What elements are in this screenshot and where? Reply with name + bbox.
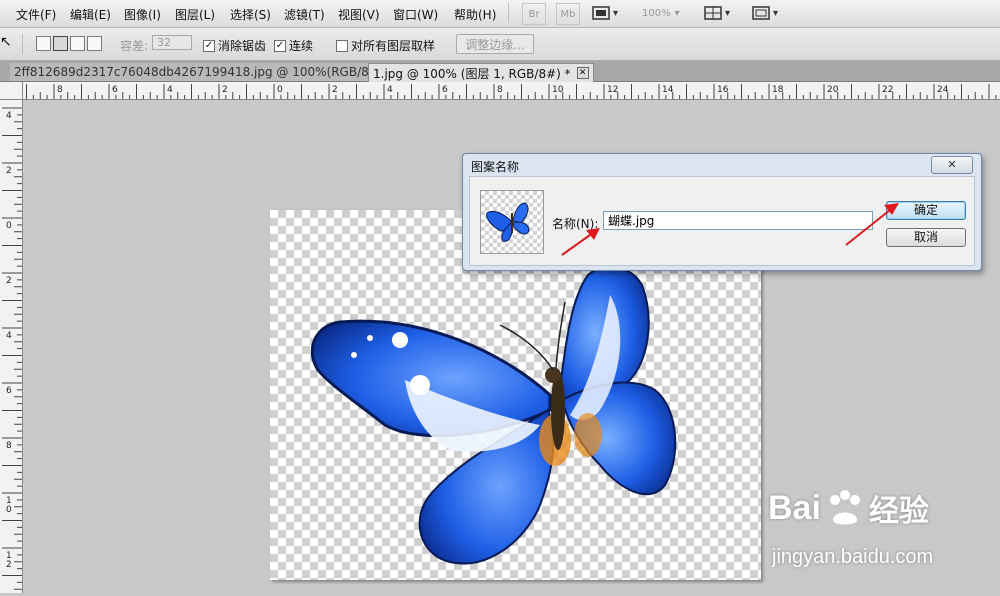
empty-checkbox-icon	[336, 39, 348, 52]
screen-mode-icon	[752, 6, 770, 20]
paw-icon	[829, 490, 860, 525]
menu-window[interactable]: 窗口(W)	[393, 6, 438, 23]
dialog-body: 名称(N): 确定 取消	[469, 176, 975, 266]
document-tab-1[interactable]: 2ff812689d2317c76048db4267199418.jpg @ 1…	[10, 63, 406, 81]
intersect-selection-icon[interactable]	[87, 36, 102, 51]
document-tab-2[interactable]: 1.jpg @ 100% (图层 1, RGB/8#) * ✕	[368, 63, 594, 82]
close-icon[interactable]: ✕	[931, 156, 973, 174]
menu-help[interactable]: 帮助(H)	[454, 6, 496, 23]
screen-layout-button[interactable]: ▾	[592, 3, 626, 23]
zoom-level-select[interactable]: 100% ▾	[642, 3, 692, 23]
ruler-label: 4	[6, 331, 12, 341]
ruler-label: 4	[6, 111, 12, 121]
name-label: 名称(N):	[552, 217, 599, 231]
zoom-level: 100%	[642, 7, 671, 19]
menu-view[interactable]: 视图(V)	[338, 6, 380, 23]
tolerance-label: 容差:	[120, 39, 149, 53]
ruler-label: 8	[497, 85, 503, 95]
menu-file[interactable]: 文件(F)	[16, 6, 56, 23]
butterfly-thumbnail	[486, 202, 530, 242]
watermark-url: jingyan.baidu.com	[772, 546, 934, 568]
add-to-selection-icon[interactable]	[53, 36, 68, 51]
ruler-label: 6	[112, 85, 118, 95]
vertical-ruler: 42024681012	[0, 99, 23, 593]
ruler-label: 12	[607, 85, 618, 95]
document-tab-bar: 2ff812689d2317c76048db4267199418.jpg @ 1…	[0, 61, 1000, 82]
chevron-down-icon: ▾	[674, 7, 680, 19]
sample-all-layers-label: 对所有图层取样	[351, 39, 436, 53]
antialias-label: 消除锯齿	[218, 39, 267, 53]
menu-image[interactable]: 图像(I)	[124, 6, 161, 23]
contiguous-label: 连续	[289, 39, 314, 53]
checkmark-icon: ✓	[274, 39, 286, 52]
chevron-down-icon: ▾	[613, 7, 619, 19]
ruler-label: 2	[332, 85, 338, 95]
watermark-brand: Bai	[768, 488, 821, 527]
tolerance-input[interactable]: 32	[152, 35, 192, 50]
ruler-label: 2	[222, 85, 228, 95]
pattern-name-dialog: 图案名称 ✕ 名称(N): 确定 取消	[462, 153, 982, 271]
separator	[508, 3, 509, 23]
ruler-ticks: 8 6 4 2 0 2 4 6 8 10 12 14 16 18 20 22 24	[26, 84, 997, 99]
ruler-origin[interactable]	[0, 82, 23, 100]
menu-bar: 文件(F) 编辑(E) 图像(I) 图层(L) 选择(S) 滤镜(T) 视图(V…	[0, 0, 1000, 28]
ruler-label: 20	[827, 85, 839, 95]
magic-wand-tool-icon[interactable]: ↖	[0, 34, 12, 50]
ruler-label: 0	[277, 85, 283, 95]
cancel-button[interactable]: 取消	[886, 228, 966, 247]
chevron-down-icon: ▾	[773, 7, 779, 19]
ruler-label: 2	[6, 560, 12, 570]
ruler-label: 4	[167, 85, 173, 95]
ruler-label: 14	[662, 85, 674, 95]
subtract-selection-icon[interactable]	[70, 36, 85, 51]
pattern-name-input[interactable]	[603, 211, 873, 230]
horizontal-ruler: 8 6 4 2 0 2 4 6 8 10 12 14 16 18 20 22 24	[0, 82, 1000, 100]
ruler-ticks: 42024681012	[2, 107, 22, 590]
sample-all-layers-checkbox[interactable]: 对所有图层取样	[336, 37, 435, 54]
contiguous-checkbox[interactable]: ✓ 连续	[274, 37, 313, 54]
menu-filter[interactable]: 滤镜(T)	[284, 6, 325, 23]
ruler-label: 4	[387, 85, 393, 95]
ruler-label: 10	[552, 85, 564, 95]
ok-button[interactable]: 确定	[886, 201, 966, 220]
chevron-down-icon: ▾	[725, 7, 731, 19]
checkmark-icon: ✓	[203, 39, 215, 52]
ruler-label: 18	[772, 85, 784, 95]
new-selection-icon[interactable]	[36, 36, 51, 51]
arrange-documents-button[interactable]: ▾	[704, 3, 738, 23]
ruler-label: 2	[6, 166, 12, 176]
ruler-label: 6	[442, 85, 448, 95]
ruler-label: 22	[882, 85, 893, 95]
separator	[22, 34, 23, 54]
menu-edit[interactable]: 编辑(E)	[70, 6, 111, 23]
ruler-label: 0	[6, 505, 12, 515]
baidu-watermark: Bai 经验 jingyan.baidu.com	[768, 486, 998, 578]
menu-select[interactable]: 选择(S)	[230, 6, 271, 23]
close-icon[interactable]: ✕	[576, 67, 589, 79]
ruler-label: 2	[6, 276, 12, 286]
mini-bridge-button[interactable]: Mb	[556, 3, 580, 25]
watermark-brand-cn: 经验	[868, 495, 929, 528]
ruler-label: 16	[717, 85, 729, 95]
pattern-preview	[480, 190, 544, 254]
film-strip-icon	[592, 6, 610, 20]
ruler-label: 8	[57, 85, 63, 95]
options-bar: ↖ 容差: 32 ✓ 消除锯齿 ✓ 连续 对所有图层取样 调整边缘...	[0, 28, 1000, 61]
bridge-button[interactable]: Br	[522, 3, 546, 25]
ruler-label: 6	[6, 386, 12, 396]
ruler-label: 24	[937, 85, 949, 95]
ruler-label: 8	[6, 441, 12, 451]
ruler-label: 0	[6, 221, 12, 231]
dialog-title: 图案名称	[471, 160, 520, 174]
menu-layer[interactable]: 图层(L)	[175, 6, 215, 23]
arrange-icon	[704, 6, 722, 20]
screen-mode-button[interactable]: ▾	[752, 3, 786, 23]
antialias-checkbox[interactable]: ✓ 消除锯齿	[203, 37, 266, 54]
tab-label: 1.jpg @ 100% (图层 1, RGB/8#) *	[373, 66, 571, 81]
refine-edge-button[interactable]: 调整边缘...	[456, 34, 534, 54]
tab-label: 2ff812689d2317c76048db4267199418.jpg @ 1…	[14, 65, 384, 79]
